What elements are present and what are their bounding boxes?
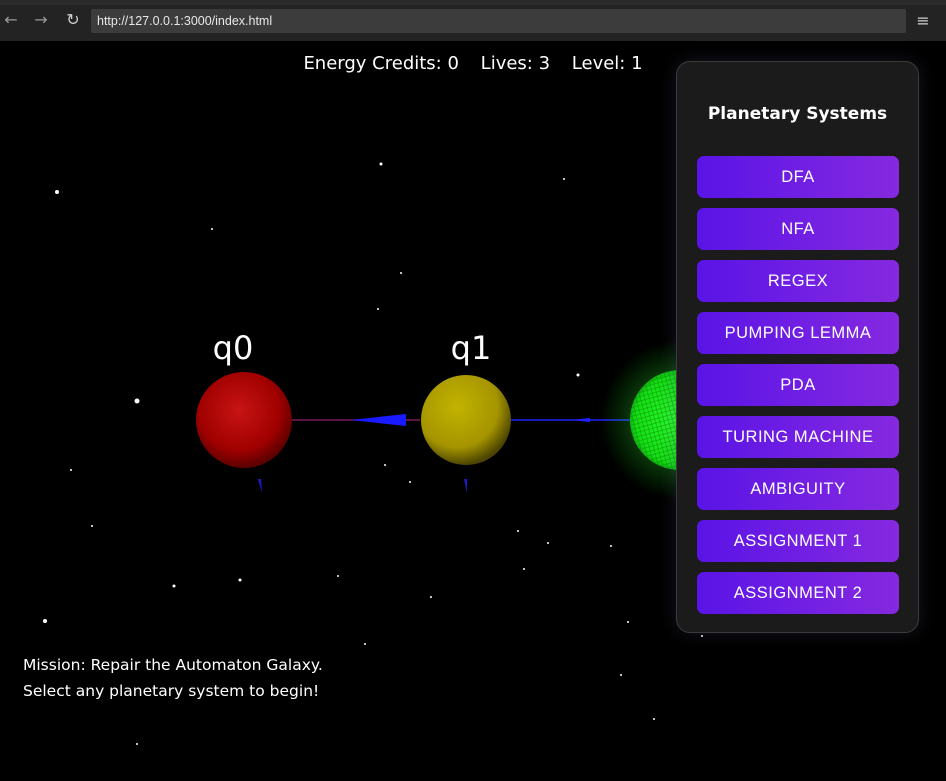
star — [364, 643, 366, 645]
lives-counter: Lives: 3 — [480, 53, 551, 74]
menu-icon[interactable]: ≡ — [912, 10, 934, 32]
star — [563, 178, 565, 180]
self-loop-marker — [258, 479, 262, 493]
state-label-q1: q1 — [451, 329, 492, 367]
star — [430, 596, 432, 598]
system-button-dfa[interactable]: DFA — [697, 156, 899, 198]
state-planet-q0[interactable] — [196, 372, 292, 468]
star — [610, 545, 612, 547]
star — [377, 308, 379, 310]
browser-toolbar: ← → ↻ http://127.0.0.1:3000/index.html ≡ — [0, 0, 946, 41]
system-button-nfa[interactable]: NFA — [697, 208, 899, 250]
state-label-q0: q0 — [213, 329, 254, 367]
star — [337, 575, 339, 577]
mission-text: Mission: Repair the Automaton Galaxy. Se… — [23, 656, 323, 700]
star — [91, 525, 93, 527]
system-button-turing-machine[interactable]: TURING MACHINE — [697, 416, 899, 458]
level-indicator: Level: 1 — [571, 53, 643, 74]
star — [576, 373, 580, 377]
star — [172, 584, 176, 588]
system-button-regex[interactable]: REGEX — [697, 260, 899, 302]
forward-arrow-icon[interactable]: → — [30, 9, 52, 31]
star — [627, 621, 629, 623]
star — [379, 162, 383, 166]
star — [238, 578, 242, 582]
reload-icon[interactable]: ↻ — [62, 9, 84, 31]
transition-arrowhead — [570, 418, 590, 422]
planetary-systems-panel: Planetary Systems DFA NFA REGEX PUMPING … — [676, 61, 919, 633]
system-button-assignment-1[interactable]: ASSIGNMENT 1 — [697, 520, 899, 562]
star — [409, 481, 411, 483]
panel-title: Planetary Systems — [707, 104, 888, 124]
state-planet-q1[interactable] — [421, 375, 511, 465]
system-button-pumping-lemma[interactable]: PUMPING LEMMA — [697, 312, 899, 354]
address-bar[interactable]: http://127.0.0.1:3000/index.html — [91, 9, 906, 33]
star — [134, 398, 140, 404]
system-button-pda[interactable]: PDA — [697, 364, 899, 406]
self-loop-marker — [464, 479, 467, 493]
game-canvas[interactable]: q0 q1 Energy Credits: 0 Lives: 3 Level: … — [0, 41, 946, 781]
energy-credits: Energy Credits: 0 — [303, 53, 459, 74]
back-arrow-icon[interactable]: ← — [0, 9, 22, 31]
star — [211, 228, 213, 230]
star — [136, 743, 138, 745]
star — [701, 635, 703, 637]
star — [70, 469, 72, 471]
star — [620, 674, 622, 676]
transition-arrowhead — [350, 414, 406, 426]
star — [55, 190, 59, 194]
star — [43, 619, 47, 623]
star — [653, 718, 655, 720]
star — [384, 464, 386, 466]
star — [400, 272, 402, 274]
system-button-assignment-2[interactable]: ASSIGNMENT 2 — [697, 572, 899, 614]
star — [523, 568, 525, 570]
star — [517, 530, 519, 532]
system-button-ambiguity[interactable]: AMBIGUITY — [697, 468, 899, 510]
star — [547, 542, 549, 544]
